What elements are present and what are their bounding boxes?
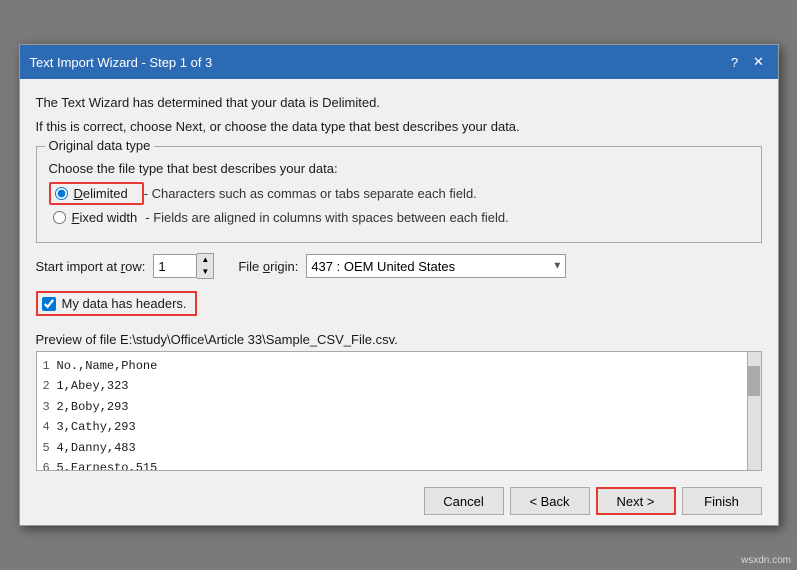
content: The Text Wizard has determined that your… [20,79,778,479]
help-button[interactable]: ? [726,53,744,71]
vertical-scrollbar[interactable] [747,352,761,470]
group-legend: Original data type [45,138,155,153]
line-num-2: 2 [43,376,57,396]
headers-text: My data has headers. [62,296,187,311]
fixedwidth-radio[interactable] [53,211,66,224]
close-button[interactable]: ✕ [750,53,768,71]
dialog-title: Text Import Wizard - Step 1 of 3 [30,55,213,70]
preview-inner: 1 No.,Name,Phone 2 1,Abey,323 3 2,Boby,2… [37,352,761,470]
dialog: Text Import Wizard - Step 1 of 3 ? ✕ The… [19,44,779,526]
delimited-row: Delimited - Characters such as commas or… [49,182,749,205]
choose-label: Choose the file type that best describes… [49,161,749,176]
group-content: Choose the file type that best describes… [49,161,749,225]
fixedwidth-desc: - Fields are aligned in columns with spa… [145,210,508,225]
data-type-group: Original data type Choose the file type … [36,146,762,243]
start-row-label: Start import at row: [36,259,146,274]
scroll-left-arrow[interactable]: ◀ [37,471,51,472]
back-button[interactable]: < Back [510,487,590,515]
preview-line-4: 4 3,Cathy,293 [43,417,741,437]
fixedwidth-row: Fixed width - Fields are aligned in colu… [49,210,749,225]
file-origin-label: File origin: [238,259,298,274]
file-origin-wrapper: 437 : OEM United States 65001 : Unicode … [306,254,566,278]
line-num-5: 5 [43,438,57,458]
horizontal-scrollbar[interactable]: ◀ ▶ [37,470,761,471]
intro-line1: The Text Wizard has determined that your… [36,93,762,113]
headers-checkbox[interactable] [42,297,56,311]
preview-line-2: 2 1,Abey,323 [43,376,741,396]
start-row-input[interactable] [153,254,197,278]
file-origin-select[interactable]: 437 : OEM United States 65001 : Unicode … [306,254,566,278]
spin-down-button[interactable]: ▼ [197,266,213,278]
line-num-3: 3 [43,397,57,417]
titlebar: Text Import Wizard - Step 1 of 3 ? ✕ [20,45,778,79]
titlebar-buttons: ? ✕ [726,53,768,71]
scroll-right-arrow[interactable]: ▶ [747,471,761,472]
delimited-radio[interactable] [55,187,68,200]
line-num-6: 6 [43,458,57,470]
delimited-label: Delimited [74,186,128,201]
start-row-spinner: ▲ ▼ [153,253,214,279]
delimited-desc: - Characters such as commas or tabs sepa… [144,186,477,201]
delimited-highlight: Delimited [49,182,144,205]
preview-line-1: 1 No.,Name,Phone [43,356,741,376]
footer: Cancel < Back Next > Finish [20,479,778,525]
spin-buttons: ▲ ▼ [197,253,214,279]
line-num-1: 1 [43,356,57,376]
headers-label[interactable]: My data has headers. [36,291,197,316]
spin-up-button[interactable]: ▲ [197,254,213,266]
watermark: wsxdn.com [741,555,791,566]
scrollbar-thumb [748,366,760,396]
line-content-2: 1,Abey,323 [57,376,129,396]
preview-line-6: 6 5,Earnesto,515 [43,458,741,470]
intro-line2: If this is correct, choose Next, or choo… [36,117,762,137]
line-content-6: 5,Earnesto,515 [57,458,158,470]
line-content-5: 4,Danny,483 [57,438,136,458]
fixedwidth-label: Fixed width [72,210,138,225]
options-row: Start import at row: ▲ ▼ File origin: 43… [36,253,762,279]
next-button[interactable]: Next > [596,487,676,515]
preview-lines: 1 No.,Name,Phone 2 1,Abey,323 3 2,Boby,2… [37,352,747,470]
headers-checkbox-wrapper: My data has headers. [36,285,762,324]
preview-line-5: 5 4,Danny,483 [43,438,741,458]
line-content-3: 2,Boby,293 [57,397,129,417]
preview-label: Preview of file E:\study\Office\Article … [36,332,762,347]
cancel-button[interactable]: Cancel [424,487,504,515]
finish-button[interactable]: Finish [682,487,762,515]
line-content-1: No.,Name,Phone [57,356,158,376]
preview-box: 1 No.,Name,Phone 2 1,Abey,323 3 2,Boby,2… [36,351,762,471]
line-content-4: 3,Cathy,293 [57,417,136,437]
scroll-h-track [51,471,747,472]
preview-line-3: 3 2,Boby,293 [43,397,741,417]
line-num-4: 4 [43,417,57,437]
